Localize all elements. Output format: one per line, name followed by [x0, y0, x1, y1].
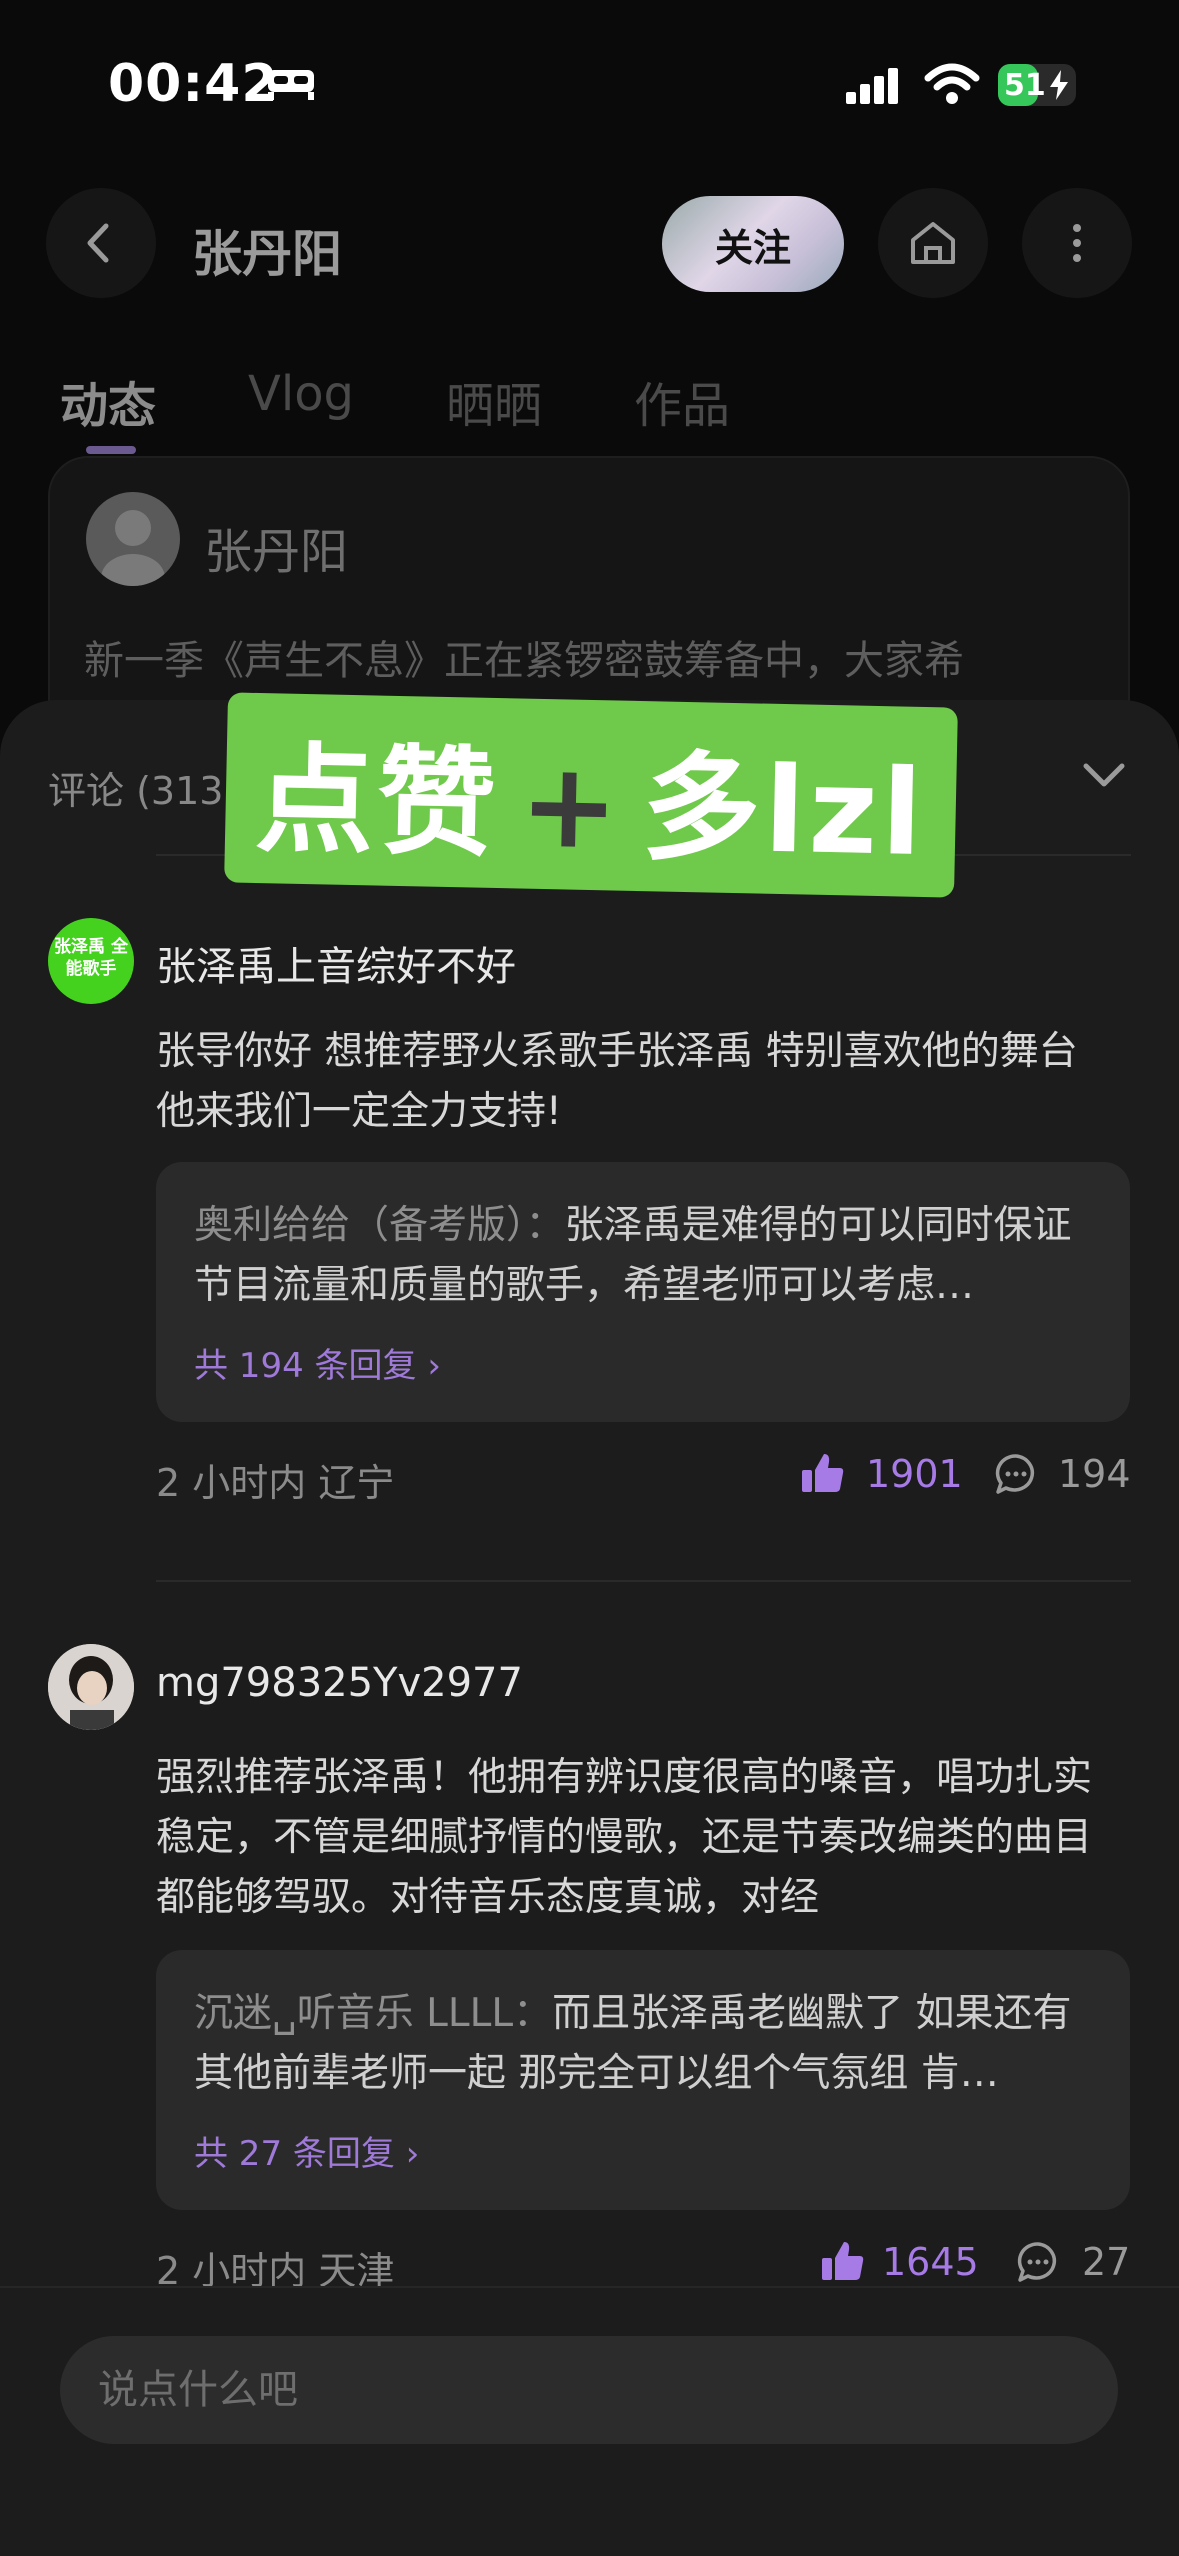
page-title: 张丹阳	[192, 225, 342, 283]
thumbs-up-icon[interactable]	[820, 2238, 866, 2284]
comment-bubble-icon[interactable]	[1016, 2240, 1060, 2284]
comment-meta: 2 小时内 辽宁	[156, 1461, 395, 1505]
avatar[interactable]	[48, 1644, 134, 1730]
view-replies-link[interactable]: 共 27 条回复 ›	[194, 2126, 419, 2175]
chevron-left-icon	[87, 223, 109, 263]
tab-dongtai[interactable]: 动态	[60, 366, 156, 436]
signal-icon	[846, 68, 898, 104]
sticker-plus: +	[518, 735, 624, 876]
tab-zuopin[interactable]: 作品	[634, 366, 730, 436]
comment-input[interactable]: 说点什么吧	[60, 2336, 1118, 2444]
divider	[156, 1580, 1131, 1582]
bed-icon	[268, 70, 314, 100]
thumbs-up-icon[interactable]	[800, 1450, 846, 1496]
reply-preview[interactable]: 沉迷␣听音乐 LLLL：而且张泽禹老幽默了 如果还有其他前辈老师一起 那完全可以…	[156, 1950, 1130, 2210]
reply-text: 沉迷␣听音乐 LLLL：而且张泽禹老幽默了 如果还有其他前辈老师一起 那完全可以…	[194, 1984, 1094, 2104]
reply-count: 194	[1058, 1452, 1131, 1496]
like-count[interactable]: 1645	[882, 2240, 979, 2284]
follow-button[interactable]: 关注	[662, 196, 844, 292]
reply-preview[interactable]: 奥利给给（备考版）：张泽禹是难得的可以同时保证节目流量和质量的歌手，希望老师可以…	[156, 1162, 1130, 1422]
like-count[interactable]: 1901	[866, 1452, 963, 1496]
more-options-button[interactable]	[1022, 188, 1132, 298]
avatar[interactable]: 张泽禹 全能歌手	[48, 918, 134, 1004]
comment-text: 强烈推荐张泽禹！他拥有辨识度很高的嗓音，唱功扎实稳定，不管是细腻抒情的慢歌，还是…	[156, 1755, 1093, 1920]
avatar-text: 张泽禹 全能歌手	[54, 937, 128, 979]
reply-author: 奥利给给（备考版）：	[194, 1203, 565, 1248]
comment-text: 张导你好 想推荐野火系歌手张泽禹 特别喜欢他的舞台 他来我们一定全力支持!	[156, 1029, 1078, 1134]
battery-indicator: 51	[998, 64, 1076, 106]
profile-tabs: 动态 Vlog 晒晒 作品	[60, 366, 822, 436]
battery-percent: 51	[1004, 68, 1046, 103]
post-author: 张丹阳	[204, 524, 349, 580]
tab-vlog[interactable]: Vlog	[248, 366, 354, 436]
chevron-right-icon: ›	[427, 1346, 441, 1386]
sticker-overlay: 点赞 + 多lzl	[224, 692, 958, 898]
status-time: 00:42	[108, 54, 279, 114]
person-avatar-icon	[101, 510, 165, 586]
chevron-right-icon: ›	[405, 2134, 420, 2174]
comments-count-title: 评论 (313	[48, 769, 224, 813]
view-replies-label: 共 194 条回复	[194, 1346, 417, 1386]
comment-username[interactable]: 张泽禹上音综好不好	[156, 934, 516, 992]
user-photo-icon	[48, 1644, 134, 1730]
reply-text: 奥利给给（备考版）：张泽禹是难得的可以同时保证节目流量和质量的歌手，希望老师可以…	[194, 1196, 1094, 1316]
sticker-left: 点赞	[254, 729, 502, 873]
comment-username[interactable]: mg798325Yv2977	[156, 1660, 523, 1706]
active-tab-indicator	[86, 446, 136, 454]
view-replies-label: 共 27 条回复	[194, 2134, 395, 2174]
avatar[interactable]	[86, 492, 180, 586]
comment-bubble-icon[interactable]	[994, 1452, 1038, 1496]
more-vertical-icon	[1073, 224, 1081, 262]
back-button[interactable]	[46, 188, 156, 298]
comment-input-bar: 说点什么吧	[0, 2286, 1179, 2556]
view-replies-link[interactable]: 共 194 条回复 ›	[194, 1338, 441, 1387]
wifi-icon	[924, 63, 980, 104]
charging-bolt-icon	[1050, 70, 1068, 100]
reply-count: 27	[1082, 2240, 1131, 2284]
post-text: 新一季《声生不息》正在紧锣密鼓筹备中，大家希	[84, 638, 964, 684]
chevron-down-icon[interactable]	[1076, 748, 1132, 804]
sticker-right: 多lzl	[640, 737, 928, 882]
home-button[interactable]	[878, 188, 988, 298]
status-bar: 00:42 51	[0, 0, 1179, 170]
reply-author: 沉迷␣听音乐 LLLL：	[194, 1991, 553, 2036]
home-icon	[911, 222, 955, 264]
comments-sheet: 评论 (313 张泽禹 全能歌手 张泽禹上音综好不好 张导你好 想推荐野火系歌手…	[0, 700, 1179, 2556]
tab-shaishai[interactable]: 晒晒	[446, 366, 542, 436]
sticker-text: 点赞 + 多lzl	[254, 702, 928, 887]
